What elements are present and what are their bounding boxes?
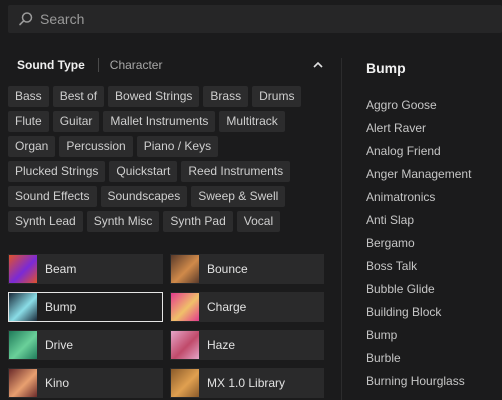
library-item[interactable]: Bounce xyxy=(170,254,324,284)
filter-tag[interactable]: Mallet Instruments xyxy=(103,111,216,132)
library-item-label: Bounce xyxy=(207,262,248,276)
filter-tag[interactable]: Quickstart xyxy=(109,161,178,182)
library-item-label: Beam xyxy=(45,262,77,276)
preset-item[interactable]: Burble xyxy=(366,351,502,374)
library-item[interactable]: Charge xyxy=(170,292,324,322)
preset-item[interactable]: Bergamo xyxy=(366,236,502,259)
tab-divider xyxy=(97,58,99,72)
filter-tag[interactable]: Best of xyxy=(52,86,105,107)
filter-tag[interactable]: Flute xyxy=(8,111,49,132)
preset-list: Aggro Goose Alert Raver Analog Friend Anger… xyxy=(366,98,502,397)
filter-tag[interactable]: Multitrack xyxy=(219,111,285,132)
preset-panel-title: Bump xyxy=(366,60,406,76)
preset-item[interactable]: Bubble Glide xyxy=(366,282,502,305)
library-item-label: Drive xyxy=(45,338,74,352)
preset-item[interactable]: Building Block xyxy=(366,305,502,328)
filter-tag[interactable]: Bass xyxy=(8,86,49,107)
filter-tag[interactable]: Vocal xyxy=(236,211,281,232)
tab-sound-type[interactable]: Sound Type xyxy=(8,57,85,73)
tab-character[interactable]: Character xyxy=(110,57,163,73)
preset-item[interactable]: Aggro Goose xyxy=(366,98,502,121)
panel-divider xyxy=(341,58,342,400)
preset-item[interactable]: Burning Hourglass xyxy=(366,374,502,397)
library-item[interactable]: Drive xyxy=(8,330,163,360)
filter-tag[interactable]: Percussion xyxy=(59,136,133,157)
library-item-label: Haze xyxy=(207,338,236,352)
filter-tag[interactable]: Bowed Strings xyxy=(108,86,200,107)
filter-panel: Sound Type Character Bass Best of Bowed St… xyxy=(8,50,328,232)
library-item[interactable]: MX 1.0 Library xyxy=(170,368,324,398)
search-input[interactable] xyxy=(40,11,440,27)
library-item[interactable]: Kino xyxy=(8,368,163,398)
library-thumbnail xyxy=(9,255,37,283)
chevron-up-icon[interactable] xyxy=(310,57,326,73)
library-thumbnail xyxy=(9,293,37,321)
search-icon xyxy=(19,12,33,26)
filter-tag[interactable]: Plucked Strings xyxy=(8,161,106,182)
preset-item[interactable]: Boss Talk xyxy=(366,259,502,282)
library-item-label: Charge xyxy=(207,300,247,314)
library-item[interactable]: Haze xyxy=(170,330,324,360)
library-thumbnail xyxy=(171,331,199,359)
filter-tag[interactable]: Organ xyxy=(8,136,56,157)
filter-tag[interactable]: Synth Pad xyxy=(163,211,233,232)
search-bar[interactable] xyxy=(8,5,502,33)
filter-tag[interactable]: Sound Effects xyxy=(8,186,97,207)
preset-item[interactable]: Animatronics xyxy=(366,190,502,213)
library-item-label: Bump xyxy=(45,300,77,314)
library-item-label: Kino xyxy=(45,376,70,390)
library-grid: Beam Bounce Bump Charge Drive Haze Kino MX 1.0 … xyxy=(8,254,328,398)
preset-item[interactable]: Anti Slap xyxy=(366,213,502,236)
preset-item[interactable]: Alert Raver xyxy=(366,121,502,144)
preset-item[interactable]: Analog Friend xyxy=(366,144,502,167)
library-thumbnail xyxy=(171,293,199,321)
library-item[interactable]: Bump xyxy=(8,292,163,322)
library-item[interactable]: Beam xyxy=(8,254,163,284)
filter-tag[interactable]: Piano / Keys xyxy=(136,136,219,157)
library-thumbnail xyxy=(171,369,199,397)
preset-list-panel: Bump Aggro Goose Alert Raver Analog Friend… xyxy=(366,60,502,397)
preset-item[interactable]: Bump xyxy=(366,328,502,351)
filter-tabs: Sound Type Character xyxy=(8,50,328,80)
filter-tag[interactable]: Reed Instruments xyxy=(181,161,291,182)
filter-tag[interactable]: Guitar xyxy=(52,111,100,132)
filter-tag[interactable]: Sweep & Swell xyxy=(191,186,286,207)
library-thumbnail xyxy=(9,369,37,397)
filter-tag[interactable]: Synth Lead xyxy=(8,211,83,232)
library-thumbnail xyxy=(171,255,199,283)
preset-item[interactable]: Anger Management xyxy=(366,167,502,190)
filter-tag[interactable]: Drums xyxy=(252,86,302,107)
sound-type-tags: Bass Best of Bowed Strings Brass Drums Flute G… xyxy=(8,86,318,232)
library-thumbnail xyxy=(9,331,37,359)
library-item-label: MX 1.0 Library xyxy=(207,376,286,390)
filter-tag[interactable]: Brass xyxy=(203,86,249,107)
filter-tag[interactable]: Synth Misc xyxy=(86,211,160,232)
filter-tag[interactable]: Soundscapes xyxy=(100,186,188,207)
